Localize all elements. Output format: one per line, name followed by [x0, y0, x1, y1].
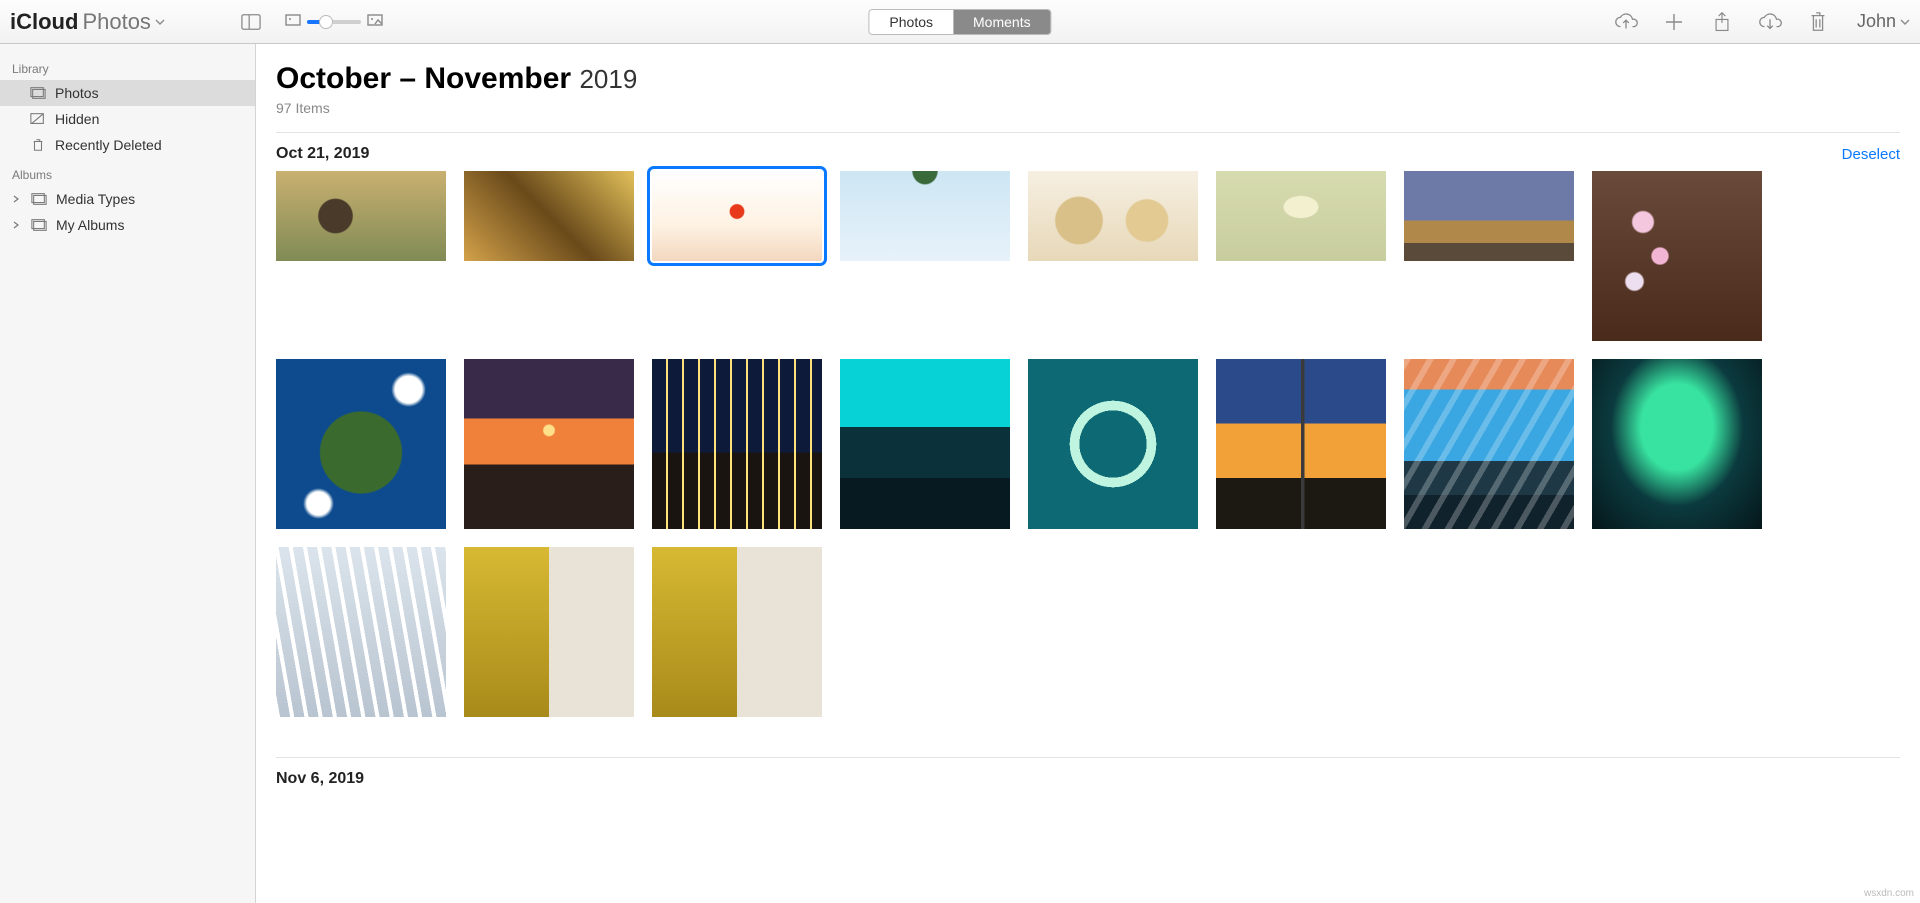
- main-content: October – November 2019 97 Items Oct 21,…: [256, 44, 1920, 903]
- brand-name-2: Photos: [82, 9, 151, 35]
- user-name-label: John: [1857, 11, 1896, 32]
- sidebar-item-my-albums[interactable]: My Albums: [0, 212, 255, 238]
- sidebar-item-hidden[interactable]: Hidden: [0, 106, 255, 132]
- sidebar-item-label: My Albums: [56, 217, 124, 233]
- zoom-slider[interactable]: [307, 20, 361, 24]
- download-from-cloud-button[interactable]: [1751, 5, 1789, 39]
- sidebar-item-photos[interactable]: Photos: [0, 80, 255, 106]
- chevron-down-icon: [155, 17, 165, 27]
- sidebar-item-label: Recently Deleted: [55, 137, 162, 153]
- sidebar-item-media-types[interactable]: Media Types: [0, 186, 255, 212]
- toolbar: iCloud Photos Photos Moments John: [0, 0, 1920, 44]
- photo-thumbnail[interactable]: [652, 547, 822, 717]
- photo-grid: [256, 171, 1920, 747]
- disclosure-right-icon[interactable]: [12, 221, 22, 229]
- section-header: Oct 21, 2019 Deselect: [256, 133, 1920, 171]
- photo-thumbnail[interactable]: [1404, 359, 1574, 529]
- attribution-label: wsxdn.com: [1864, 888, 1914, 899]
- sidebar-item-label: Media Types: [56, 191, 135, 207]
- section-date: Oct 21, 2019: [276, 145, 369, 163]
- disclosure-right-icon[interactable]: [12, 195, 22, 203]
- photo-thumbnail[interactable]: [1404, 171, 1574, 261]
- tab-moments[interactable]: Moments: [953, 10, 1051, 34]
- photo-thumbnail[interactable]: [464, 171, 634, 261]
- sidebar-item-label: Photos: [55, 85, 99, 101]
- sidebar-item-label: Hidden: [55, 111, 99, 127]
- photo-thumbnail[interactable]: [652, 359, 822, 529]
- item-count: 97 Items: [276, 96, 1900, 116]
- zoom-out-icon[interactable]: [285, 13, 301, 31]
- folder-icon: [31, 218, 47, 232]
- deselect-button[interactable]: Deselect: [1842, 146, 1900, 163]
- photo-thumbnail[interactable]: [276, 547, 446, 717]
- photos-icon: [30, 86, 46, 100]
- sidebar-heading-library: Library: [0, 52, 255, 80]
- share-button[interactable]: [1703, 5, 1741, 39]
- add-button[interactable]: [1655, 5, 1693, 39]
- photo-thumbnail-selected[interactable]: [652, 171, 822, 261]
- folder-icon: [31, 192, 47, 206]
- photo-thumbnail[interactable]: [840, 359, 1010, 529]
- photo-thumbnail[interactable]: [464, 547, 634, 717]
- sidebar-toggle-button[interactable]: [235, 6, 267, 38]
- upload-to-cloud-button[interactable]: [1607, 5, 1645, 39]
- tab-photos[interactable]: Photos: [869, 10, 953, 34]
- delete-button[interactable]: [1799, 5, 1837, 39]
- brand-menu[interactable]: iCloud Photos: [10, 9, 165, 35]
- page-title: October – November 2019: [276, 62, 637, 95]
- photo-thumbnail[interactable]: [464, 359, 634, 529]
- photo-thumbnail[interactable]: [1592, 171, 1762, 341]
- section-date: Nov 6, 2019: [276, 770, 364, 788]
- hidden-icon: [30, 112, 46, 126]
- photo-thumbnail[interactable]: [1028, 171, 1198, 261]
- zoom-control: [285, 13, 383, 31]
- sidebar-heading-albums: Albums: [0, 158, 255, 186]
- section-header: Nov 6, 2019: [256, 758, 1920, 796]
- photo-thumbnail[interactable]: [1216, 359, 1386, 529]
- sidebar: Library Photos Hidden Recently Deleted A…: [0, 44, 256, 903]
- photo-thumbnail[interactable]: [276, 359, 446, 529]
- photo-thumbnail[interactable]: [276, 171, 446, 261]
- brand-name-1: iCloud: [10, 9, 78, 35]
- photo-thumbnail[interactable]: [840, 171, 1010, 261]
- chevron-down-icon: [1900, 11, 1910, 32]
- photo-thumbnail[interactable]: [1592, 359, 1762, 529]
- photo-thumbnail[interactable]: [1028, 359, 1198, 529]
- trash-icon: [30, 138, 46, 152]
- view-segmented-control: Photos Moments: [868, 9, 1051, 35]
- user-menu[interactable]: John: [1847, 11, 1910, 32]
- photo-thumbnail[interactable]: [1216, 171, 1386, 261]
- sidebar-item-recently-deleted[interactable]: Recently Deleted: [0, 132, 255, 158]
- zoom-in-icon[interactable]: [367, 13, 383, 31]
